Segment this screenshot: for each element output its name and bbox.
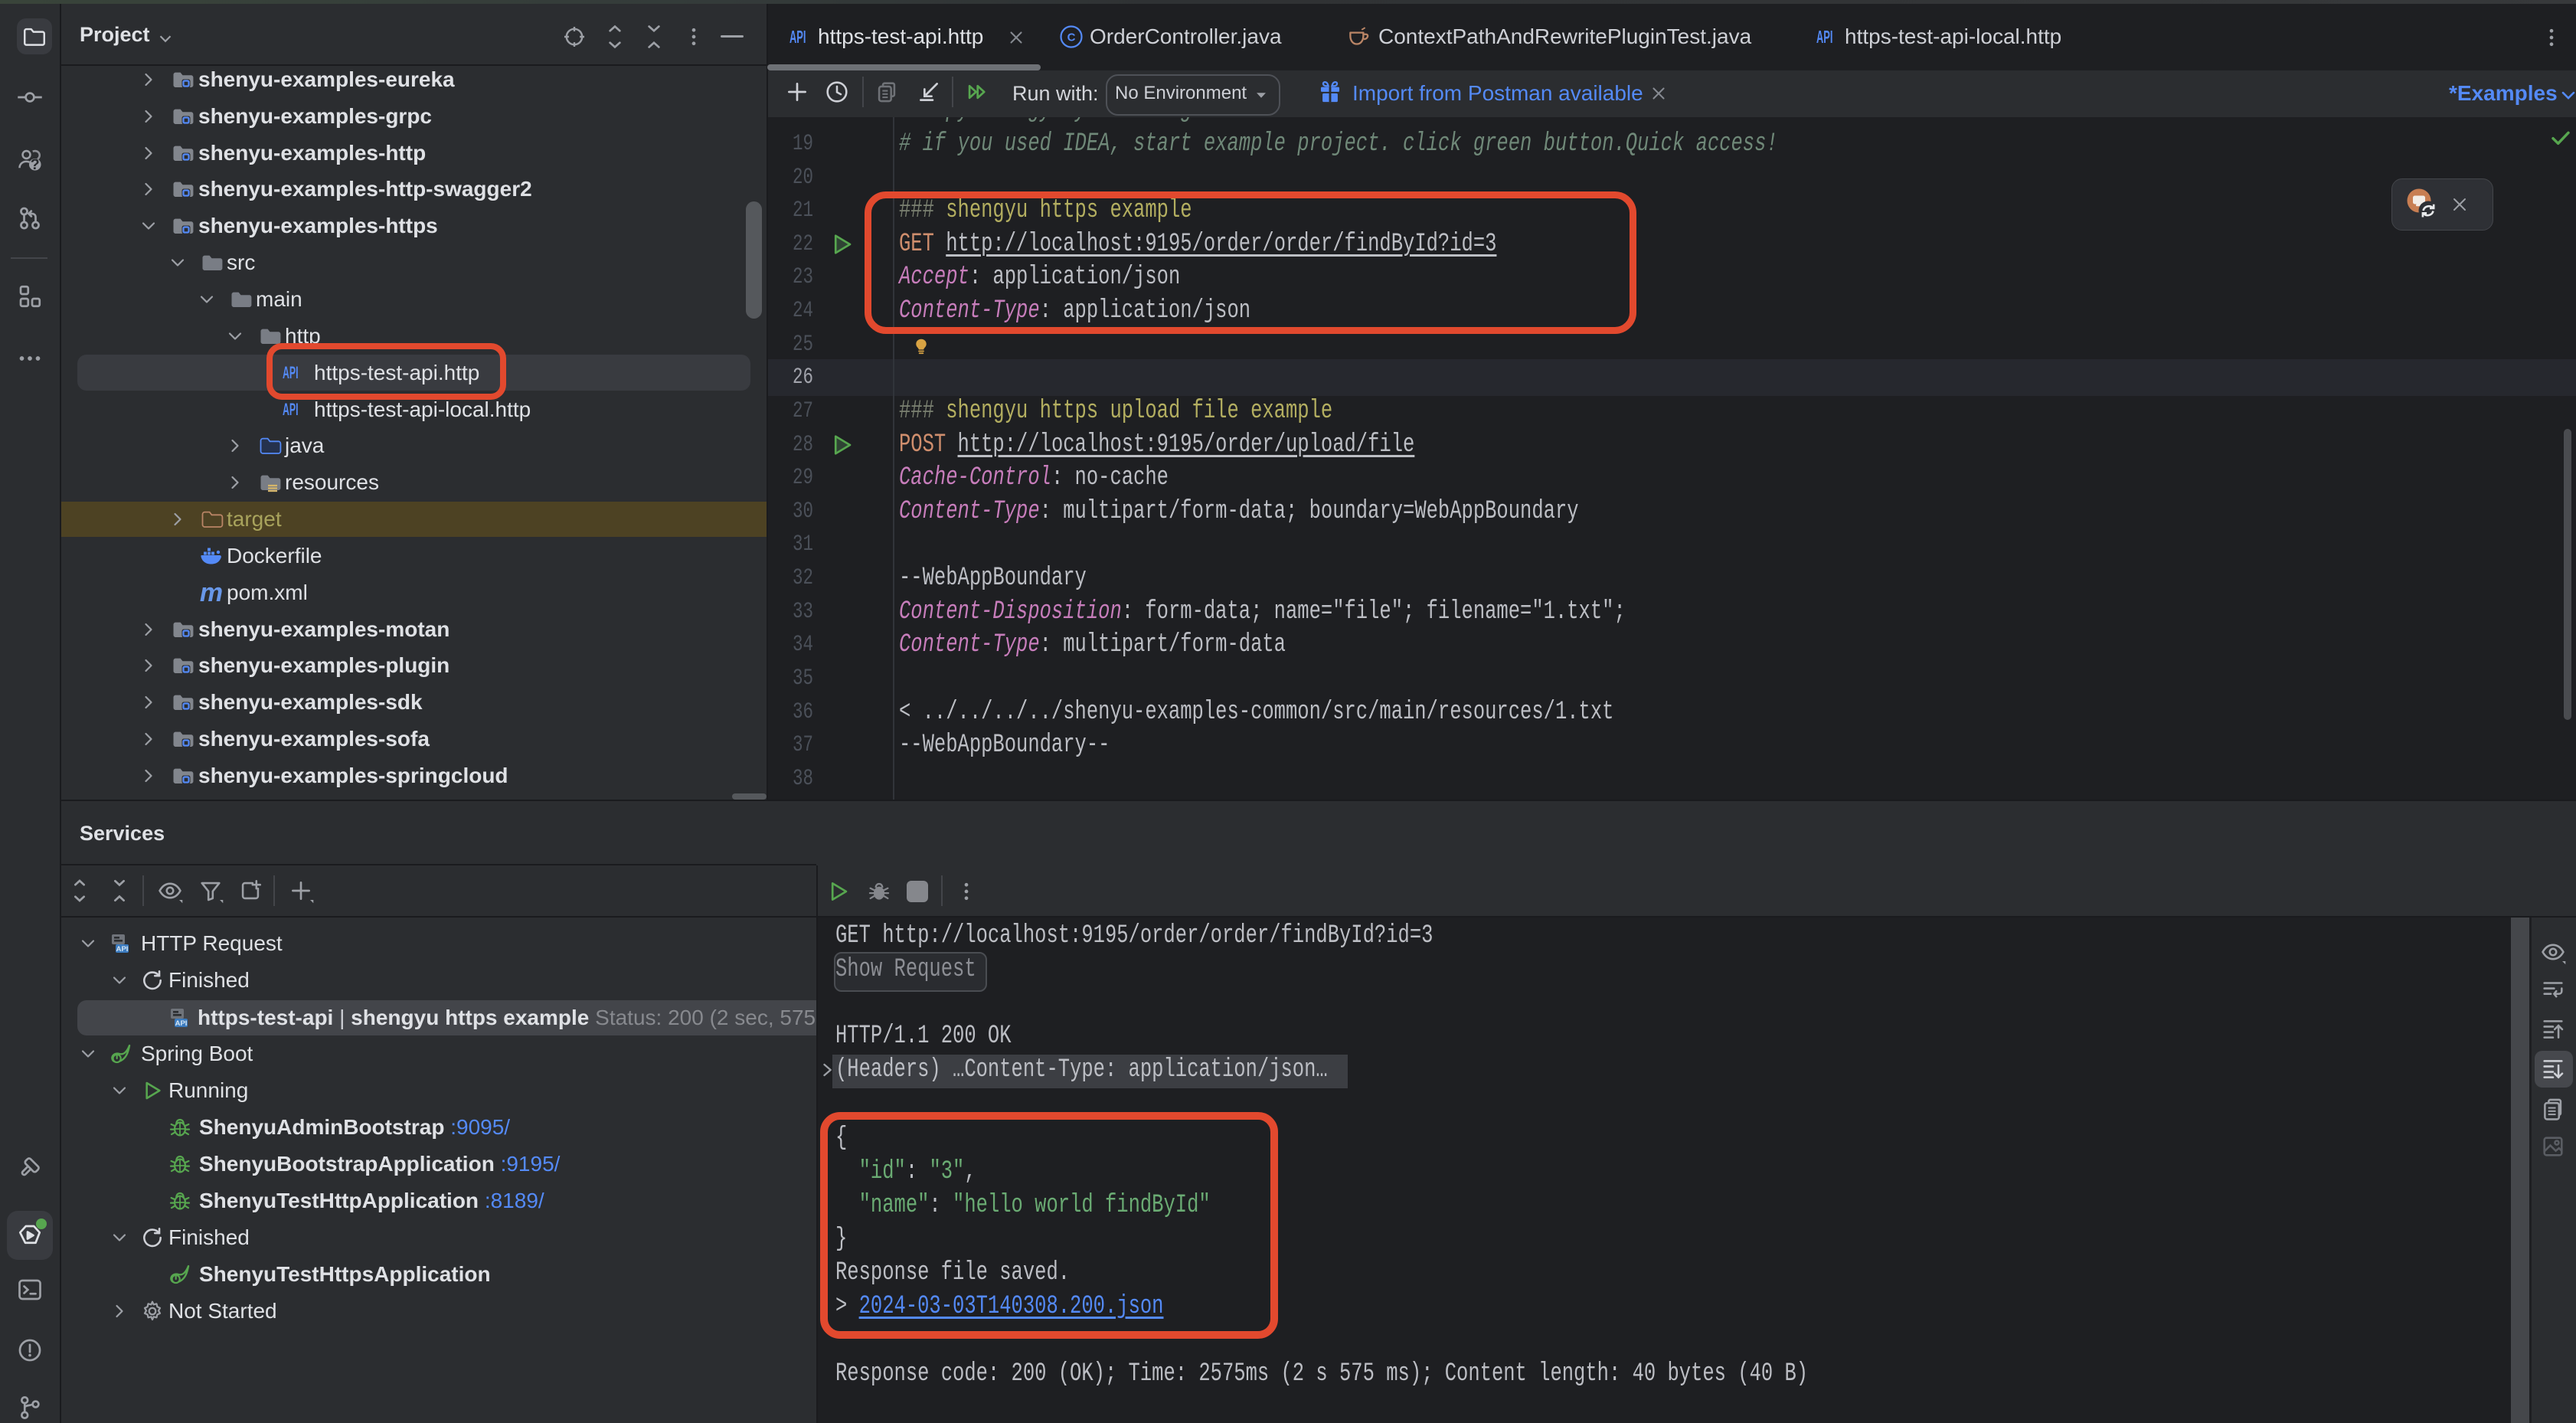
svg-text:API: API bbox=[175, 1019, 188, 1028]
svg-text:?: ? bbox=[31, 156, 40, 173]
svg-text:C: C bbox=[1067, 31, 1076, 44]
svg-text:API: API bbox=[116, 945, 129, 954]
